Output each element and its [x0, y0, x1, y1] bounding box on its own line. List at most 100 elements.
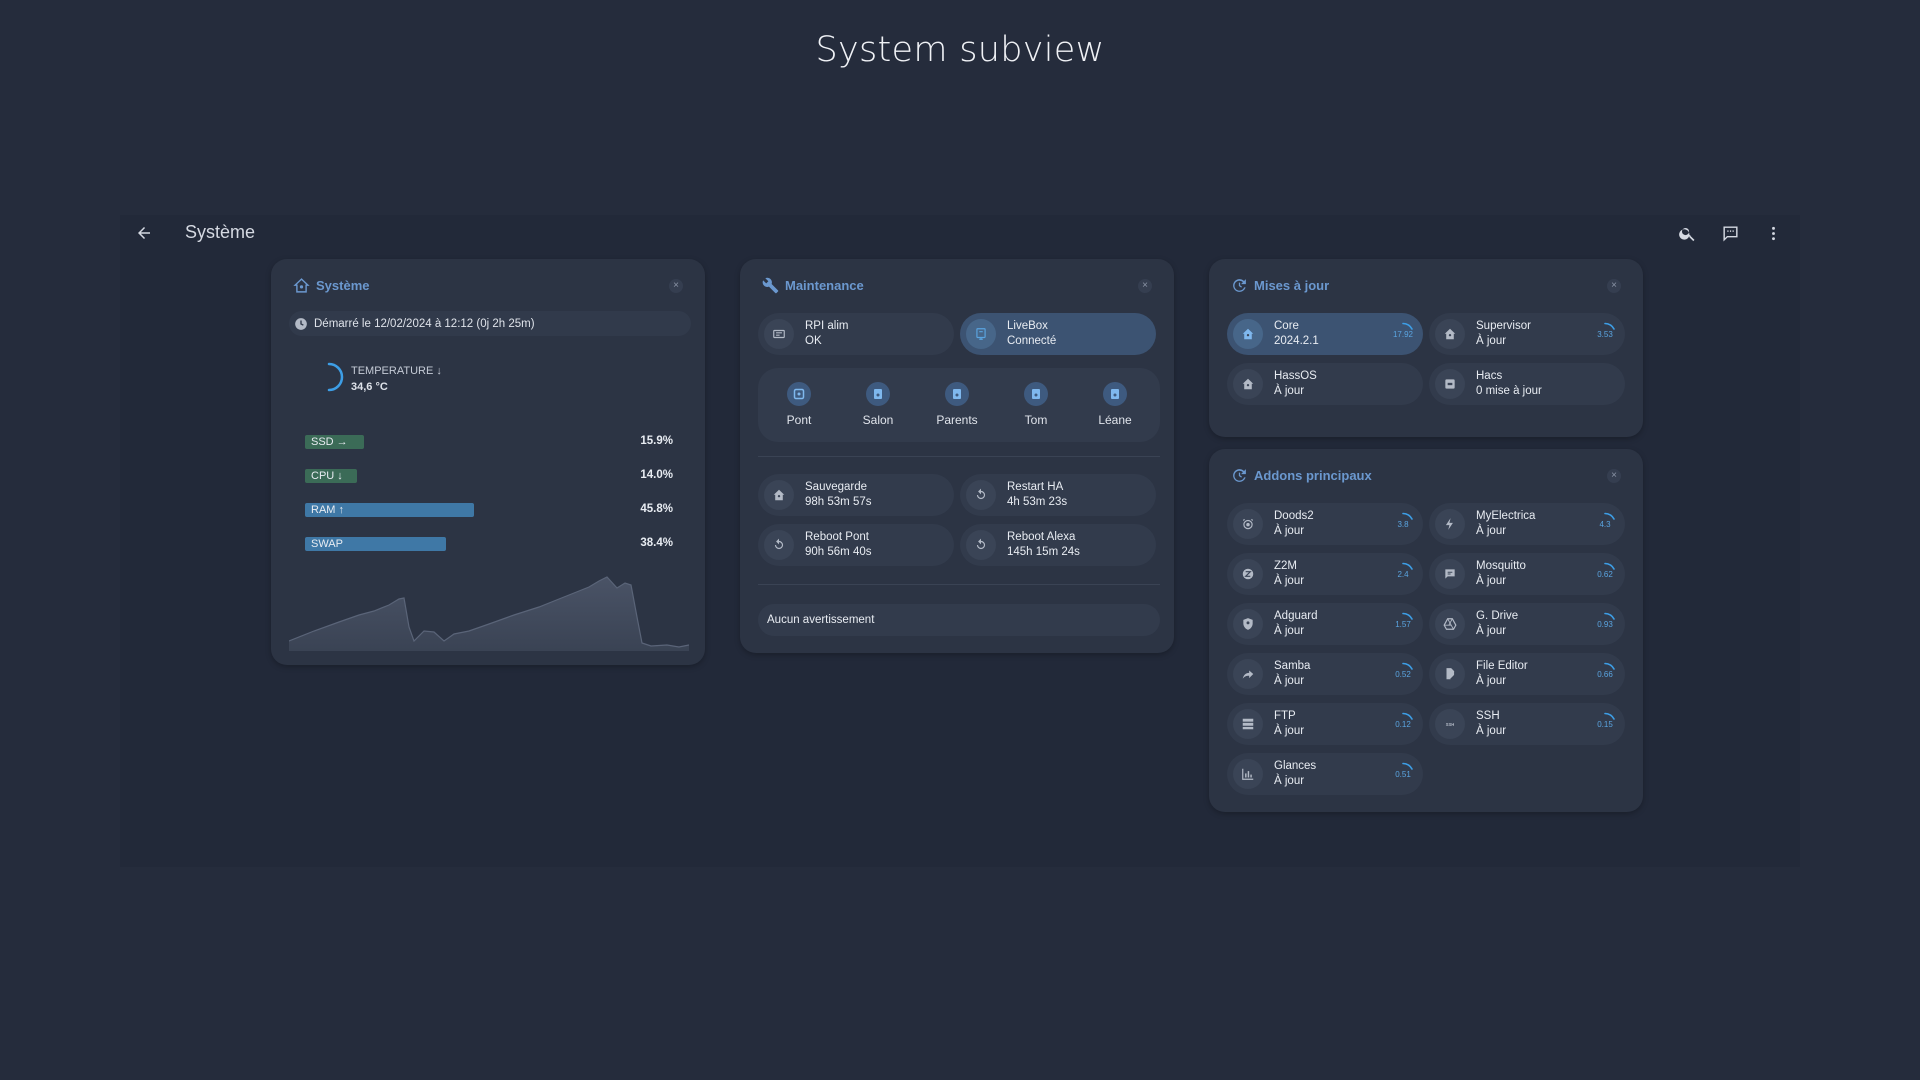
chip-state: À jour — [1274, 675, 1305, 687]
ssh-icon: SSH — [1446, 722, 1454, 727]
chip-state: À jour — [1476, 725, 1507, 737]
version-ring: 3.8 — [1391, 512, 1415, 536]
room-tom[interactable]: Tom — [997, 368, 1075, 442]
restart-ha-chip[interactable]: Restart HA 4h 53m 23s — [960, 474, 1156, 516]
room-pont[interactable]: Pont — [760, 368, 838, 442]
bridge-icon — [793, 388, 805, 400]
home-assistant-icon — [1242, 328, 1254, 340]
version-ring: 0.15 — [1593, 712, 1617, 736]
dots-vertical-icon — [1771, 226, 1775, 240]
room-salon[interactable]: Salon — [839, 368, 917, 442]
bar-label: CPU ↓ — [311, 470, 343, 482]
app-window: Système Système × Démarré le 12/02/2024 … — [120, 215, 1800, 867]
room-label: Parents — [936, 413, 978, 427]
update-item-mosquitto[interactable]: Mosquitto À jour 0.62 — [1429, 553, 1625, 595]
update-item-core[interactable]: Core 2024.2.1 17.92 — [1227, 313, 1423, 355]
camera-icon — [1242, 518, 1254, 530]
chip-state: 2024.2.1 — [1274, 335, 1319, 347]
back-button[interactable] — [132, 221, 156, 245]
version-value: 3.53 — [1597, 330, 1613, 339]
livebox-chip[interactable]: LiveBox Connecté — [960, 313, 1156, 355]
update-item-supervisor[interactable]: Supervisor À jour 3.53 — [1429, 313, 1625, 355]
close-button[interactable]: × — [669, 279, 683, 293]
backup-chip[interactable]: Sauvegarde 98h 53m 57s — [758, 474, 954, 516]
chip-name: LiveBox — [1007, 320, 1048, 332]
chip-state: À jour — [1274, 625, 1305, 637]
update-item-g-drive[interactable]: G. Drive À jour 0.93 — [1429, 603, 1625, 645]
room-leane[interactable]: Léane — [1076, 368, 1154, 442]
flash-icon — [1445, 518, 1453, 530]
update-item-samba[interactable]: Samba À jour 0.52 — [1227, 653, 1423, 695]
search-button[interactable] — [1675, 221, 1699, 245]
zigbee-icon — [1242, 568, 1254, 580]
power-supply-icon — [773, 329, 785, 339]
shield-icon — [1243, 618, 1253, 630]
uptime-chip: Démarré le 12/02/2024 à 12:12 (0j 2h 25m… — [289, 311, 691, 336]
server-icon — [1242, 718, 1254, 730]
chip-name: Sauvegarde — [805, 481, 868, 493]
chip-name: Mosquitto — [1476, 560, 1526, 572]
chip-name: Samba — [1274, 660, 1311, 672]
update-item-ssh[interactable]: SSH SSH À jour 0.15 — [1429, 703, 1625, 745]
update-item-doods2[interactable]: Doods2 À jour 3.8 — [1227, 503, 1423, 545]
update-item-ftp[interactable]: FTP À jour 0.12 — [1227, 703, 1423, 745]
resource-bar: SSD → 15.9% — [305, 435, 673, 449]
room-parents[interactable]: Parents — [918, 368, 996, 442]
bar-value: 15.9% — [640, 435, 673, 447]
close-button[interactable]: × — [1138, 279, 1152, 293]
chip-state: À jour — [1274, 525, 1305, 537]
assist-button[interactable] — [1718, 221, 1742, 245]
speaker-icon — [1111, 389, 1119, 399]
version-ring: 3.53 — [1593, 322, 1617, 346]
chip-name: MyElectrica — [1476, 510, 1536, 522]
reboot-pont-chip[interactable]: Reboot Pont 90h 56m 40s — [758, 524, 954, 566]
version-ring: 4.3 — [1593, 512, 1617, 536]
update-icon — [1233, 279, 1246, 292]
page-heading: System subview — [815, 30, 1105, 70]
home-assistant-icon — [1242, 378, 1254, 390]
bar-value: 45.8% — [640, 503, 673, 515]
chip-name: Supervisor — [1476, 320, 1531, 332]
comment-icon — [1722, 225, 1738, 242]
chip-name: Restart HA — [1007, 481, 1064, 493]
version-value: 17.92 — [1392, 330, 1414, 339]
update-item-file-editor[interactable]: File Editor À jour 0.66 — [1429, 653, 1625, 695]
rpi-power-chip[interactable]: RPI alim OK — [758, 313, 954, 355]
search-icon — [1678, 227, 1694, 241]
temperature-value: 34,6 °C — [351, 381, 388, 393]
room-label: Tom — [1024, 413, 1048, 427]
chip-state: 98h 53m 57s — [805, 496, 872, 508]
version-ring: 17.92 — [1391, 322, 1415, 346]
close-button[interactable]: × — [1607, 279, 1621, 293]
uptime-text: Démarré le 12/02/2024 à 12:12 (0j 2h 25m… — [314, 317, 535, 330]
chip-name: RPI alim — [805, 320, 849, 332]
chip-state: À jour — [1274, 725, 1305, 737]
overflow-menu-button[interactable] — [1761, 221, 1785, 245]
update-item-adguard[interactable]: Adguard À jour 1.57 — [1227, 603, 1423, 645]
chip-state: 90h 56m 40s — [805, 546, 872, 558]
update-item-hassos[interactable]: HassOS À jour — [1227, 363, 1423, 405]
resource-bar: SWAP 38.4% — [305, 537, 673, 551]
chip-name: FTP — [1274, 710, 1296, 722]
chip-name: Z2M — [1274, 560, 1297, 572]
version-ring: 0.51 — [1391, 762, 1415, 786]
version-value: 0.66 — [1597, 670, 1613, 679]
restart-icon — [774, 538, 784, 550]
update-item-glances[interactable]: Glances À jour 0.51 — [1227, 753, 1423, 795]
close-button[interactable]: × — [1607, 469, 1621, 483]
version-value: 0.12 — [1395, 720, 1411, 729]
update-item-z2m[interactable]: Z2M À jour 2.4 — [1227, 553, 1423, 595]
version-ring: 0.66 — [1593, 662, 1617, 686]
chip-name: Reboot Pont — [805, 531, 869, 543]
bar-value: 38.4% — [640, 537, 673, 549]
update-item-myelectrica[interactable]: MyElectrica À jour 4.3 — [1429, 503, 1625, 545]
file-edit-icon — [1446, 668, 1456, 680]
chip-name: Glances — [1274, 760, 1317, 772]
chip-state: OK — [805, 335, 822, 347]
router-icon — [976, 328, 986, 340]
update-item-hacs[interactable]: Hacs 0 mise à jour — [1429, 363, 1625, 405]
version-ring: 0.93 — [1593, 612, 1617, 636]
version-value: 0.52 — [1395, 670, 1411, 679]
reboot-alexa-chip[interactable]: Reboot Alexa 145h 15m 24s — [960, 524, 1156, 566]
bar-value: 14.0% — [640, 469, 673, 481]
